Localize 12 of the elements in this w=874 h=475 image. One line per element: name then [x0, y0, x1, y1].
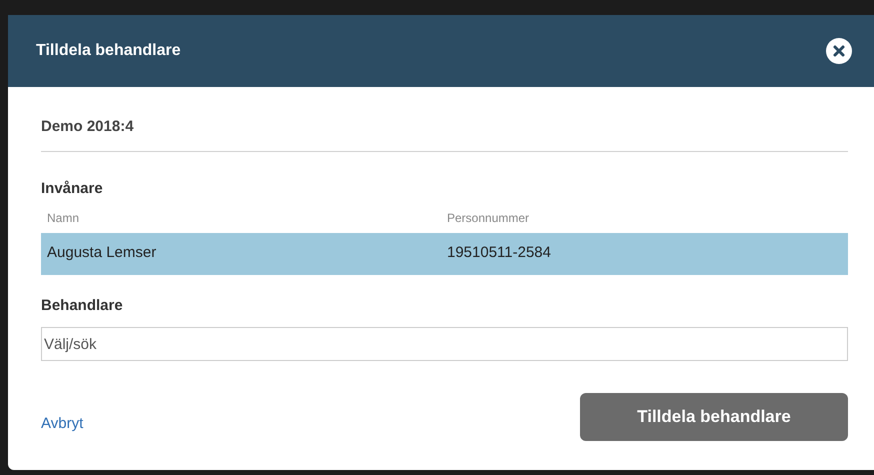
table-cell-text: Augusta Lemser	[47, 243, 158, 264]
column-header: Namn	[47, 210, 80, 226]
case-title: Demo 2018:4	[41, 118, 134, 135]
close-icon[interactable]	[826, 38, 852, 64]
table-row[interactable]: Augusta Lemser 19510511-2584	[41, 232, 848, 274]
table-cell-text: 19510511-2584	[447, 243, 552, 264]
handler-search-field[interactable]: Välj/sök	[41, 327, 848, 361]
column-header: Personnummer	[447, 210, 530, 226]
field-label: Behandlare	[41, 296, 124, 316]
dialog-title: Tilldela behandlare	[36, 41, 181, 61]
cancel-link[interactable]: Avbryt	[41, 412, 84, 436]
section-heading: Invånare	[41, 179, 104, 199]
